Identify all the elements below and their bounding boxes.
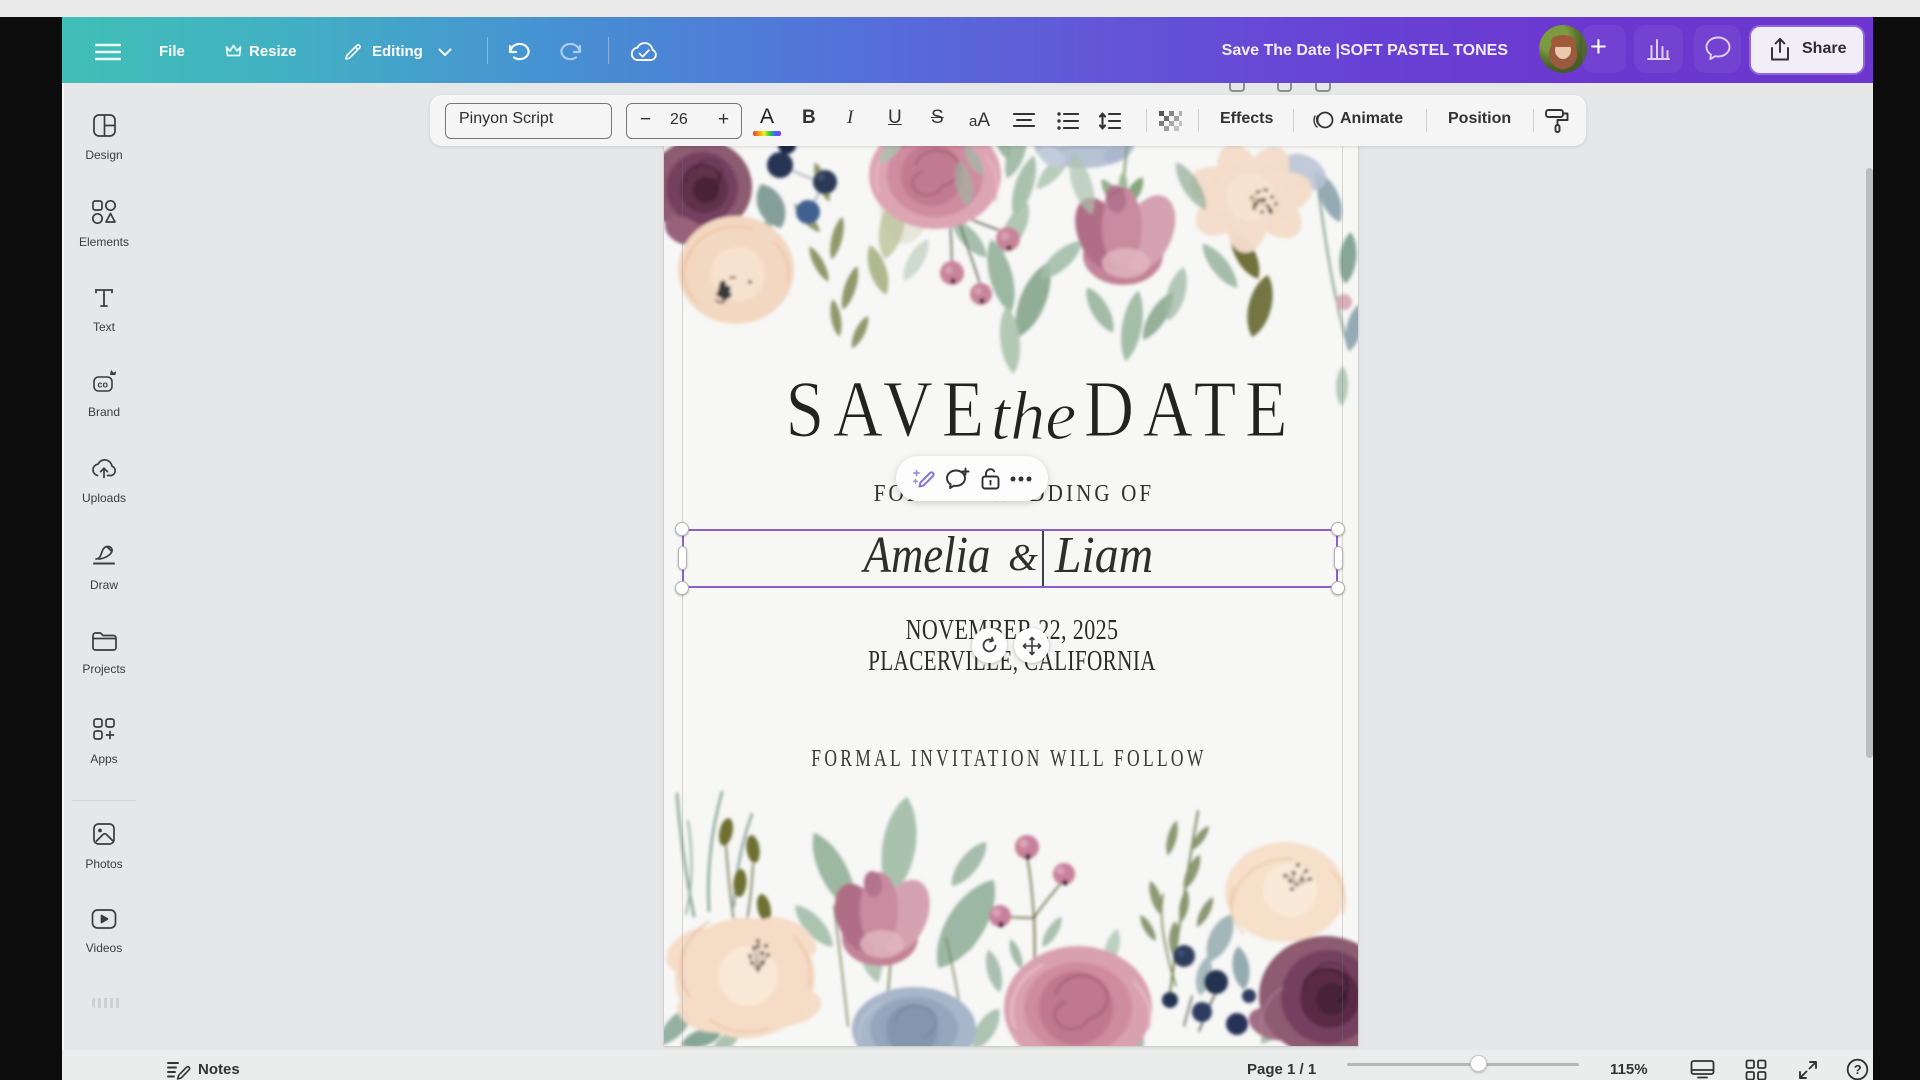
svg-text:co: co	[98, 380, 109, 390]
svg-text:?: ?	[1854, 1062, 1862, 1077]
